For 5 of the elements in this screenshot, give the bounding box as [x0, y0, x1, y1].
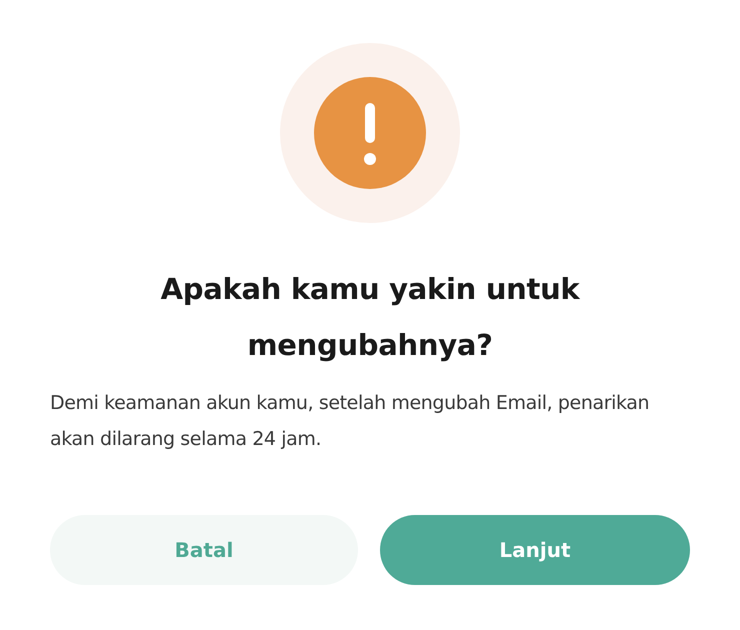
warning-icon: [314, 77, 426, 189]
dialog-title: Apakah kamu yakin untuk mengubahnya?: [160, 271, 581, 364]
cancel-button[interactable]: Batal: [50, 515, 358, 585]
dialog-message: Demi keamanan akun kamu, setelah mengubah Email, penarikan akan dilarang selama 24 jam.: [50, 391, 650, 452]
continue-button[interactable]: Lanjut: [380, 515, 690, 585]
